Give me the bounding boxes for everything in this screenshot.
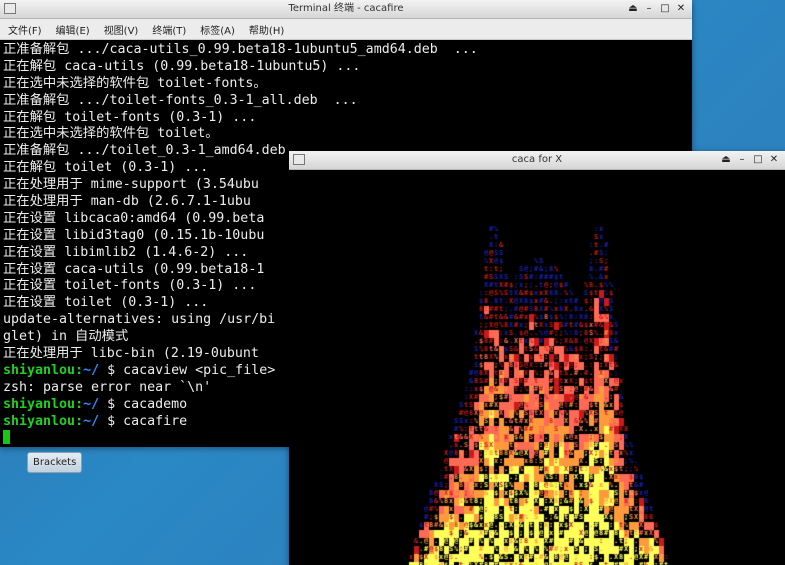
terminal-titlebar[interactable]: Terminal 终端 - cacafire ⏏ – □ ✕ [0, 0, 692, 19]
shade-icon[interactable]: ⏏ [721, 155, 731, 165]
menu-view[interactable]: 视图(V) [104, 22, 139, 37]
prompt-path: ~/ [83, 396, 100, 412]
terminal-line: 正在解包 toilet-fonts (0.3-1) ... [3, 110, 692, 127]
terminal-line: 正在解包 caca-utils (0.99.beta18-1ubuntu5) .… [3, 59, 692, 76]
prompt-path: ~/ [83, 362, 100, 378]
fire-animation-canvas [289, 170, 785, 565]
caca-titlebar[interactable]: caca for X ⏏ – □ ✕ [289, 151, 785, 170]
terminal-text: $ cacademo [99, 396, 188, 412]
terminal-text: zsh: parse error near `\n' [3, 379, 212, 395]
terminal-text: 正在选中未选择的软件包 toilet。 [3, 126, 219, 142]
prompt-user: : [75, 396, 84, 412]
terminal-line: 正在选中未选择的软件包 toilet-fonts。 [3, 76, 692, 93]
terminal-line: 正准备解包 .../toilet-fonts_0.3-1_all.deb ... [3, 93, 692, 110]
terminal-text: 正在选中未选择的软件包 toilet-fonts。 [3, 75, 267, 91]
prompt-user: : [75, 413, 84, 429]
shade-icon[interactable]: ⏏ [628, 4, 638, 14]
prompt-path: ~/ [83, 413, 100, 429]
caca-app-icon [293, 154, 305, 165]
brackets-taskbar-button[interactable]: Brackets [27, 452, 83, 473]
terminal-menubar: 文件(F) 编辑(E) 视图(V) 终端(T) 标签(A) 帮助(H) [0, 19, 692, 40]
terminal-text: 正准备解包 .../toilet_0.3-1_amd64.deb [3, 143, 286, 159]
terminal-text: 正在解包 toilet (0.3-1) ... [3, 160, 209, 176]
terminal-text: 正在设置 libcaca0:amd64 (0.99.beta [3, 210, 265, 226]
menu-file[interactable]: 文件(F) [8, 22, 42, 37]
terminal-text: 正准备解包 .../caca-utils_0.99.beta18-1ubuntu… [3, 42, 478, 57]
terminal-text: 正在设置 caca-utils (0.99.beta18-1 [3, 261, 265, 277]
close-icon[interactable]: ✕ [769, 155, 779, 165]
terminal-text: 正在设置 libid3tag0 (0.15.1b-10ubu [3, 227, 265, 243]
terminal-text: 正在处理用于 mime-support (3.54ubu [3, 177, 259, 193]
terminal-line: 正在选中未选择的软件包 toilet。 [3, 126, 692, 143]
terminal-text: 正在解包 caca-utils (0.99.beta18-1ubuntu5) .… [3, 58, 361, 74]
menu-tabs[interactable]: 标签(A) [200, 22, 235, 37]
caca-window: caca for X ⏏ – □ ✕ [289, 151, 785, 565]
maximize-icon[interactable]: □ [753, 155, 763, 165]
terminal-text: glet) in 自动模式 [3, 329, 129, 345]
terminal-text: 正在解包 toilet-fonts (0.3-1) ... [3, 109, 257, 125]
menu-help[interactable]: 帮助(H) [249, 22, 284, 37]
maximize-icon[interactable]: □ [660, 4, 670, 14]
terminal-text: 正在处理用于 libc-bin (2.19-0ubunt [3, 346, 259, 362]
terminal-text: $ cacafire [99, 413, 188, 429]
prompt-user: shiyanlou [3, 396, 76, 412]
terminal-text: 正在设置 toilet-fonts (0.3-1) ... [3, 278, 257, 294]
minimize-icon[interactable]: – [737, 155, 747, 165]
caca-title: caca for X [511, 154, 563, 165]
terminal-line: 正准备解包 .../caca-utils_0.99.beta18-1ubuntu… [3, 42, 692, 59]
minimize-icon[interactable]: – [644, 4, 654, 14]
menu-terminal[interactable]: 终端(T) [152, 22, 186, 37]
terminal-text: $ cacaview <pic_file> [99, 362, 276, 378]
prompt-user: : [75, 362, 84, 378]
terminal-title: Terminal 终端 - cacafire [288, 3, 404, 14]
prompt-user: shiyanlou [3, 413, 76, 429]
close-icon[interactable]: ✕ [676, 4, 686, 14]
menu-edit[interactable]: 编辑(E) [56, 22, 90, 37]
terminal-text: update-alternatives: using /usr/bi [3, 312, 276, 328]
terminal-text: 正准备解包 .../toilet-fonts_0.3-1_all.deb ... [3, 92, 358, 108]
terminal-text: 正在设置 toilet (0.3-1) ... [3, 295, 209, 311]
terminal-cursor [3, 430, 10, 445]
terminal-text: 正在处理用于 man-db (2.6.7.1-1ubu [3, 194, 251, 210]
prompt-user: shiyanlou [3, 362, 76, 378]
terminal-text: 正在设置 libimlib2 (1.4.6-2) ... [3, 244, 249, 260]
terminal-app-icon [4, 3, 16, 14]
